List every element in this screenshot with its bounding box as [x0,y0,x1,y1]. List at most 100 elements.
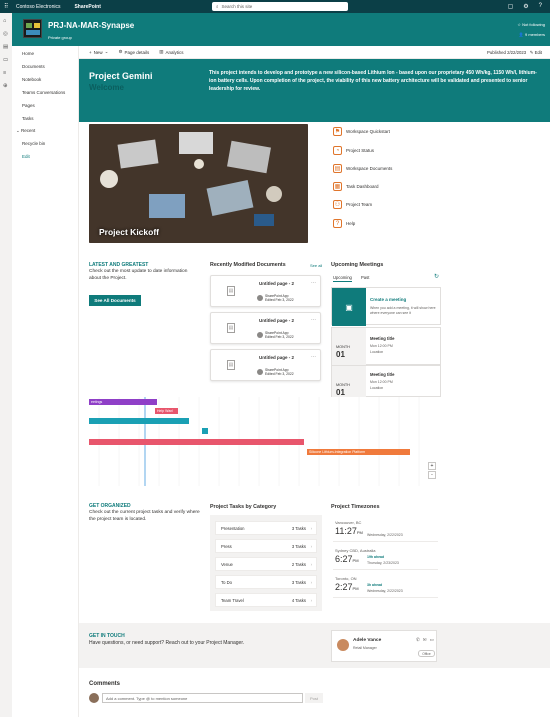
meeting-card[interactable]: MONTH 01 Meeting title Mon 12:00 PM Loca… [331,365,441,398]
quicklink-workspace-documents[interactable]: ▤ Workspace Documents [333,164,392,173]
document-icon: ▤ [333,164,342,173]
nav-item-notebook[interactable]: Notebook [22,77,41,82]
avatar [337,639,349,651]
lists-icon[interactable]: ≡ [3,70,9,76]
page-details-button[interactable]: ⚙ Page details [118,49,149,55]
office-button[interactable]: Office [418,650,435,657]
analytics-button[interactable]: ▥ Analytics [159,49,183,55]
nav-edit-link[interactable]: Edit [22,154,30,159]
quicklink-project-team[interactable]: ⚇ Project Team [333,200,372,209]
files-icon[interactable]: ▭ [3,57,9,63]
meeting-card[interactable]: MONTH 01 Meeting title Mon 12:00 PM Loca… [331,327,441,366]
help-icon[interactable]: ? [539,3,542,10]
more-icon[interactable]: ⋯ [311,354,316,360]
page-details-label: Page details [124,49,150,55]
nav-item-pages[interactable]: Pages [22,103,35,108]
gantt-bar[interactable]: Help Wanl [155,408,178,414]
document-card[interactable]: ▤ Untitled page - 2 SharePoint App Edited… [210,349,321,381]
gear-icon: ⚙ [118,49,123,54]
gantt-timeline[interactable]: eetings Help Wanl Silicone Lithium-Integ… [79,397,441,486]
app-name[interactable]: SharePoint [74,4,100,10]
tab-past[interactable]: Past [361,275,369,280]
nav-item-home[interactable]: Home [22,51,34,56]
task-count: 2 Tasks [291,561,306,567]
contact-card[interactable]: Adele Vance Retail Manager ✆ ✉ ▭ Office [331,630,437,662]
timezone-time-wrap: 11:27PM [335,526,363,536]
gantt-bar[interactable] [89,439,304,445]
members-button[interactable]: 👤 9 members [519,32,545,37]
quicklink-workspace-quickstart[interactable]: ⚑ Workspace Quickstart [333,127,390,136]
more-icon[interactable]: ⋯ [311,317,316,323]
follow-button[interactable]: ☆ Not following [517,22,545,27]
document-card[interactable]: ▤ Untitled page - 2 SharePoint App Edited… [210,275,321,307]
settings-icon[interactable]: ⚙ [523,3,528,10]
avatar [257,332,263,338]
zoom-in-button[interactable]: + [428,462,436,470]
create-icon[interactable]: ⊕ [3,83,9,89]
nav-item-recent[interactable]: ⌄ Recent [16,128,35,134]
post-button[interactable]: Post [305,693,323,703]
follow-label: Not following [522,22,545,27]
document-card[interactable]: ▤ Untitled page - 2 SharePoint App Edited… [210,312,321,344]
edit-button[interactable]: ✎ Edit [530,50,542,55]
quicklink-help[interactable]: ? Help [333,219,355,228]
quicklink-label: Task Dashboard [346,184,379,189]
search-placeholder: Search this site [221,4,253,9]
chat-icon[interactable]: ▭ [430,637,434,643]
chat-icon[interactable]: ▢ [508,3,514,10]
timezone-row: Sydney CBD, Australia 6:27PM 19h ahead T… [333,546,438,570]
timezone-time: 6:27 [335,554,353,564]
task-category-row[interactable]: To Do 3 Tasks › [215,575,317,589]
home-icon[interactable]: ⌂ [3,18,9,24]
new-label: New [93,49,103,55]
nav-item-recycle-bin[interactable]: Recycle bin [22,141,45,146]
timezone-ampm: PM [352,586,359,591]
docs-see-all-link[interactable]: See all [310,263,322,268]
timezone-city: Vancouver, BC [335,520,362,525]
chevron-right-icon: › [310,579,312,585]
mail-icon[interactable]: ✉ [423,637,427,643]
phone-icon[interactable]: ✆ [416,637,420,643]
quicklink-task-dashboard[interactable]: ▦ Task Dashboard [333,182,379,191]
gantt-bar[interactable] [202,428,208,434]
meeting-location: Location [370,350,384,354]
gantt-bar[interactable]: Silicone Lithium-Integration Platform [307,449,410,455]
chevron-right-icon: › [310,561,312,567]
task-category-row[interactable]: Presentation 3 Tasks › [215,521,317,535]
more-icon[interactable]: ⋯ [311,280,316,286]
task-category-row[interactable]: Venue 2 Tasks › [215,557,317,571]
timezone-offset: 19h ahead [367,555,385,559]
refresh-icon[interactable]: ↻ [434,273,439,280]
site-name[interactable]: PRJ-NA-MAR-Synapse [48,21,134,30]
search-box[interactable]: ⌕ Search this site [212,2,348,11]
document-meta: SharePoint App Edited Feb 3, 2022 [257,294,294,302]
timezones-heading: Project Timezones [331,504,380,510]
nav-item-tasks[interactable]: Tasks [22,116,34,121]
task-category-row[interactable]: Press 3 Tasks › [215,539,317,553]
globe-icon[interactable]: ◎ [3,31,9,37]
nav-item-documents[interactable]: Documents [22,64,45,69]
zoom-out-button[interactable]: - [428,471,436,479]
app-launcher-icon[interactable]: ⠿ [4,3,8,10]
news-icon[interactable]: ▤ [3,44,9,50]
tab-upcoming[interactable]: Upcoming [333,275,352,282]
quicklink-label: Workspace Documents [346,166,393,171]
timezone-ampm: PM [352,558,359,563]
see-all-documents-button[interactable]: See All Documents [89,295,141,306]
gantt-bar[interactable]: eetings [89,399,157,405]
new-button[interactable]: + New ⌄ [89,49,108,55]
quicklink-project-status[interactable]: ◔ Project Status [333,146,374,155]
site-navigation: Home Documents Notebook Teams Conversati… [12,46,79,717]
touch-text: Have questions, or need support? Reach o… [89,640,245,646]
comment-input[interactable]: Add a comment. Type @ to mention someone [102,693,303,703]
task-category-row[interactable]: Team Travel 4 Tasks › [215,593,317,607]
brand[interactable]: ⠿ Contoso Electronics [4,4,60,11]
create-meeting-title[interactable]: Create a meeting [370,297,406,302]
kickoff-image[interactable]: Project Kickoff [89,124,308,243]
create-meeting-card[interactable]: ▣ Create a meeting When you add a meetin… [331,287,441,326]
meeting-title: Meeting title [370,372,395,377]
gantt-bar[interactable] [89,418,189,424]
nav-item-teams-conversations[interactable]: Teams Conversations [22,90,65,95]
avatar [257,295,263,301]
flag-icon: ⚑ [333,127,342,136]
